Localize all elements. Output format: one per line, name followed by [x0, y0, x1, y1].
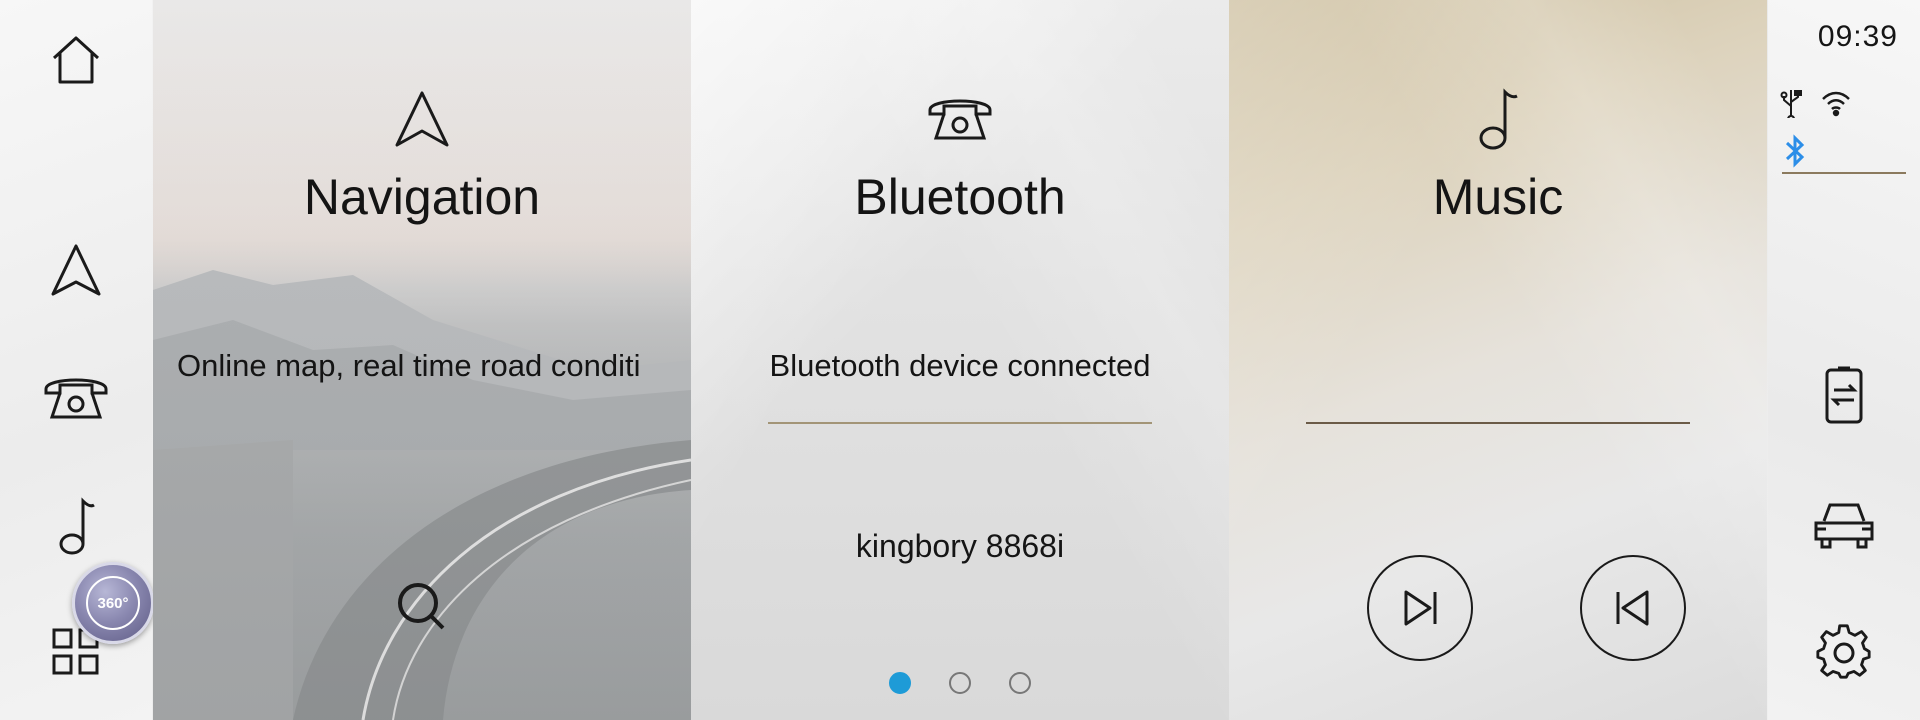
- right-sidebar: 09:39: [1768, 0, 1920, 720]
- bluetooth-card[interactable]: Bluetooth Bluetooth device connected kin…: [691, 0, 1229, 720]
- settings-gear-icon: [1816, 624, 1871, 679]
- map-search-button[interactable]: [382, 572, 462, 642]
- home-button[interactable]: [36, 20, 116, 100]
- bluetooth-title: Bluetooth: [854, 169, 1066, 225]
- camera-360-button[interactable]: 360°: [72, 562, 154, 644]
- next-track-button[interactable]: [1367, 555, 1473, 661]
- bluetooth-device-name: kingbory 8868i: [855, 528, 1065, 564]
- navigation-card-icon-wrap: [387, 84, 457, 154]
- status-icons: [1780, 88, 1852, 118]
- navigation-shortcut-button[interactable]: [36, 230, 116, 310]
- car-settings-button[interactable]: [1804, 485, 1884, 565]
- phone-shortcut-button[interactable]: [36, 358, 116, 438]
- search-icon: [398, 583, 445, 630]
- page-indicator: [691, 672, 1229, 694]
- previous-track-button[interactable]: [1580, 555, 1686, 661]
- telephone-icon: [928, 99, 992, 140]
- navigation-card[interactable]: Navigation Online map, real time road co…: [153, 0, 691, 720]
- music-divider: [1306, 422, 1690, 424]
- phone-link-button[interactable]: [1804, 356, 1884, 436]
- bluetooth-status-text: Bluetooth device connected: [769, 348, 1151, 383]
- bluetooth-card-icon-wrap: [925, 84, 995, 154]
- car-icon: [1814, 503, 1874, 549]
- music-note-icon: [1479, 88, 1518, 150]
- navigation-description: Online map, real time road conditi: [177, 348, 641, 383]
- navigation-title: Navigation: [303, 169, 541, 225]
- navigation-arrow-icon: [395, 91, 449, 147]
- music-shortcut-button[interactable]: [36, 486, 116, 566]
- skip-previous-icon: [1616, 590, 1649, 626]
- clock: 09:39: [1817, 20, 1898, 53]
- telephone-icon: [44, 378, 108, 419]
- music-title: Music: [1432, 169, 1564, 225]
- phone-link-icon: [1825, 366, 1863, 424]
- wifi-icon: [1822, 91, 1850, 117]
- navigation-arrow-icon: [51, 244, 101, 296]
- bluetooth-divider: [768, 422, 1152, 424]
- page-dot-3[interactable]: [1009, 672, 1031, 694]
- bluetooth-icon: [1785, 134, 1805, 168]
- music-card-icon-wrap: [1463, 84, 1533, 154]
- skip-next-icon: [1404, 590, 1437, 626]
- music-card[interactable]: Music: [1229, 0, 1767, 720]
- camera-360-label: 360°: [86, 576, 140, 630]
- page-dot-1[interactable]: [889, 672, 911, 694]
- page-dot-2[interactable]: [949, 672, 971, 694]
- status-divider: [1782, 172, 1906, 174]
- home-icon: [52, 36, 100, 84]
- settings-button[interactable]: [1804, 612, 1884, 692]
- usb-icon: [1780, 90, 1802, 118]
- music-note-icon: [59, 497, 95, 555]
